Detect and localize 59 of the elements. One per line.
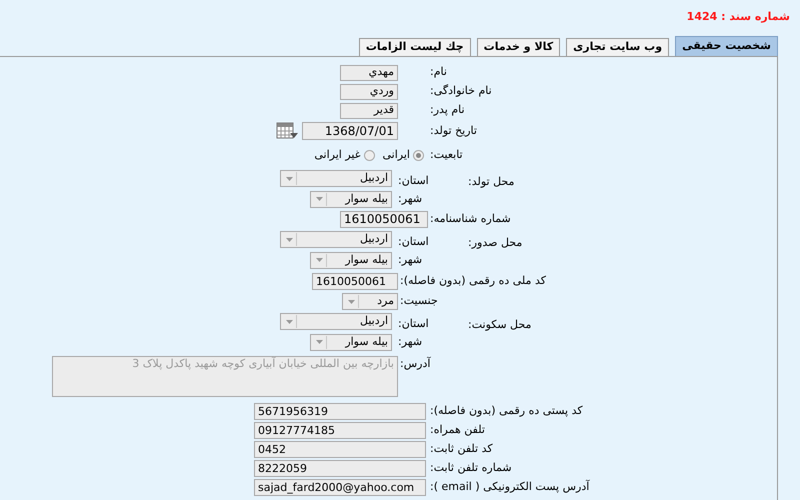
field-label: کد ملی ده رقمی (بدون فاصله): [400,272,546,289]
document-number: شماره سند : 1424 [686,8,790,25]
field-label: تابعیت: [430,146,463,163]
field-label: شهر: [398,334,422,350]
field-label: محل تولد: [468,175,514,188]
text-field[interactable]: وردي [340,84,398,100]
dropdown-field[interactable]: اردبیل [280,170,392,187]
dropdown-arrow-icon [313,192,327,206]
text-field[interactable]: 1610050061 [340,210,428,228]
date-field[interactable]: 1368/07/01 [302,122,398,140]
field-label: استان: [398,234,429,248]
dropdown-field[interactable]: اردبیل [280,231,392,248]
dropdown-arrow-icon [283,315,297,328]
field-label: شهر: [398,190,422,207]
dropdown-field[interactable]: مرد [342,293,398,310]
field-label: آدرس: [400,356,430,372]
radio-label: ایرانی [382,146,410,163]
tab[interactable]: شخصیت حقیقی [675,36,778,56]
field-label: استان: [398,316,429,330]
dropdown-arrow-icon [283,233,297,246]
field-label: تلفن همراه: [430,422,485,438]
dropdown-field[interactable]: اردبیل [280,313,392,330]
calendar-icon[interactable] [276,122,298,140]
field-label: نام خانوادگی: [430,83,492,100]
field-label: نام: [430,64,447,80]
field-label: استان: [398,174,429,186]
field-label: آدرس پست الکترونیکی ( email ): [430,479,590,496]
text-field[interactable]: sajad_fard2000@yahoo.com [254,479,426,496]
dropdown-field[interactable]: بیله سوار [310,334,392,350]
field-label: کد پستی ده رقمی (بدون فاصله): [430,403,583,420]
text-field[interactable]: 5671956319 [254,403,426,420]
field-label: محل سکونت: [468,318,532,331]
radio-button[interactable] [364,150,375,160]
field-label: شماره شناسنامه: [430,210,511,227]
tab[interactable]: کالا و خدمات [476,38,560,56]
dropdown-arrow-icon [283,172,297,185]
field-label: تاریخ تولد: [430,122,477,139]
field-label: شهر: [398,252,422,268]
radio-button[interactable] [413,150,424,160]
text-field[interactable]: مهدي [340,64,398,80]
tab[interactable]: وب سایت تجاری [566,38,670,56]
dropdown-arrow-icon [313,254,327,266]
text-field[interactable]: 1610050061 [312,272,398,290]
dropdown-arrow-icon [313,336,327,348]
dropdown-field[interactable]: بیله سوار [310,190,392,208]
radio-label: غیر ایرانی [314,146,361,163]
dropdown-field[interactable]: بیله سوار [310,252,392,268]
text-field[interactable]: 8222059 [254,460,426,477]
address-field[interactable]: بازارچه بین المللی خیابان آبیاری کوچه شهید پاکدل پلاک 3 [52,356,398,397]
dropdown-arrow-icon [345,295,359,308]
field-label: محل صدور: [468,236,522,249]
text-field[interactable]: قدير [340,102,398,118]
field-label: جنسیت: [400,293,438,310]
field-label: شماره تلفن ثابت: [430,460,512,476]
tab[interactable]: چك ليست الزامات [358,38,471,56]
text-field[interactable]: 09127774185 [254,422,426,439]
text-field[interactable]: 0452 [254,441,426,458]
field-label: کد تلفن ثابت: [430,441,493,458]
field-label: نام پدر: [430,102,465,118]
